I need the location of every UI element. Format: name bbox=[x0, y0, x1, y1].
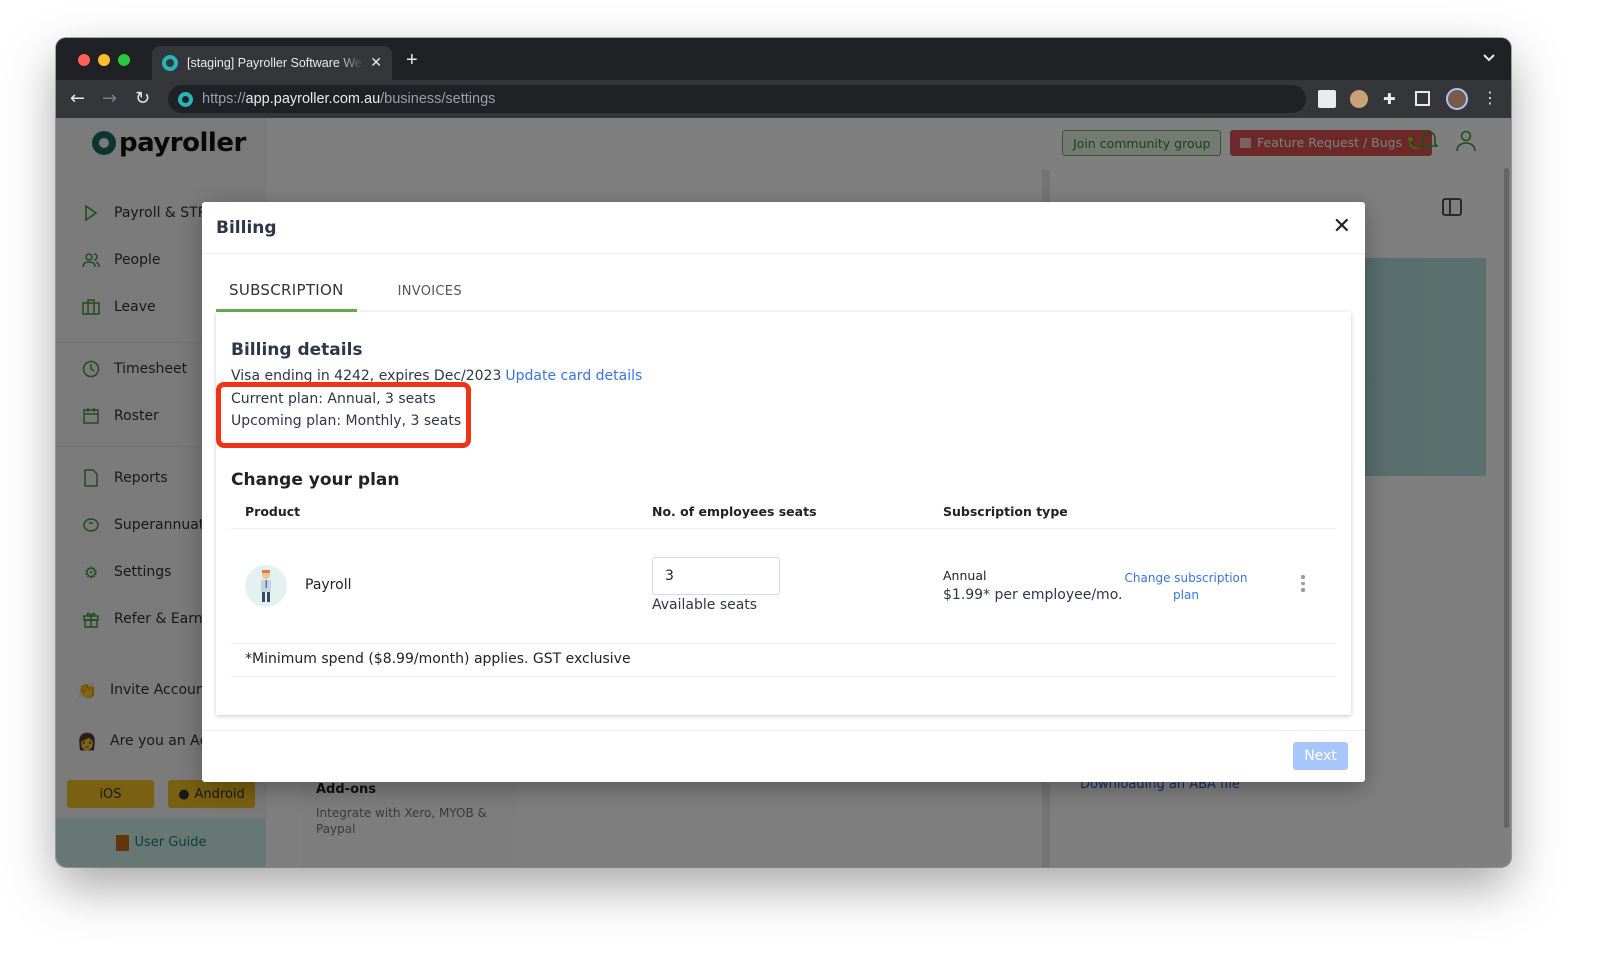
url-text[interactable]: https://app.payroller.com.au/business/se… bbox=[202, 91, 495, 107]
column-header-product: Product bbox=[245, 504, 301, 519]
browser-tab[interactable]: [staging] Payroller Software Web ✕ bbox=[152, 46, 392, 80]
browser-window: [staging] Payroller Software Web ✕ + ← →… bbox=[56, 38, 1511, 867]
modal-header: Billing bbox=[202, 202, 1365, 254]
change-plan-heading: Change your plan bbox=[231, 470, 400, 490]
modal-title: Billing bbox=[216, 217, 277, 238]
update-card-link[interactable]: Update card details bbox=[505, 368, 642, 384]
subscription-price: $1.99* per employee/mo. bbox=[943, 587, 1123, 603]
glasses-extension-icon[interactable] bbox=[1350, 90, 1368, 108]
minimum-spend-note: *Minimum spend ($8.99/month) applies. GS… bbox=[245, 651, 631, 667]
site-favicon-icon bbox=[178, 91, 193, 107]
address-bar[interactable]: https://app.payroller.com.au/business/se… bbox=[168, 85, 1306, 113]
extensions-puzzle-icon[interactable]: ✚ bbox=[1383, 90, 1401, 108]
current-plan: Current plan: Annual, 3 seats bbox=[231, 391, 436, 407]
tab-invoices[interactable]: INVOICES bbox=[385, 270, 475, 312]
payroller-favicon-icon bbox=[162, 55, 178, 71]
subscription-panel: Billing details Visa ending in 4242, exp… bbox=[216, 312, 1351, 715]
modal-footer-divider bbox=[202, 730, 1365, 731]
forward-arrow-icon[interactable]: → bbox=[102, 88, 117, 109]
table-divider bbox=[231, 528, 1336, 529]
billing-details-heading: Billing details bbox=[231, 340, 363, 360]
product-name: Payroll bbox=[305, 577, 352, 593]
close-window-button[interactable] bbox=[78, 54, 90, 66]
subscription-type: Annual bbox=[943, 568, 987, 583]
back-arrow-icon[interactable]: ← bbox=[70, 88, 85, 109]
upcoming-plan: Upcoming plan: Monthly, 3 seats bbox=[231, 413, 462, 429]
next-button[interactable]: Next bbox=[1293, 742, 1348, 770]
qr-code-extension-icon[interactable] bbox=[1318, 90, 1336, 108]
side-panel-icon[interactable] bbox=[1415, 91, 1430, 106]
table-divider bbox=[231, 643, 1336, 644]
seats-input[interactable] bbox=[652, 557, 780, 595]
change-subscription-plan-link[interactable]: Change subscription plan bbox=[1116, 570, 1256, 604]
payroll-product-avatar bbox=[245, 565, 287, 607]
tab-title: [staging] Payroller Software Web bbox=[187, 56, 365, 70]
tab-subscription[interactable]: SUBSCRIPTION bbox=[216, 270, 357, 312]
profile-avatar[interactable] bbox=[1446, 88, 1468, 110]
reload-icon[interactable]: ↻ bbox=[135, 88, 150, 109]
tab-strip: [staging] Payroller Software Web ✕ + bbox=[56, 38, 1511, 80]
available-seats-label: Available seats bbox=[652, 597, 758, 613]
app-page: payroller Payroll & STP People Leave Tim… bbox=[56, 118, 1511, 867]
browser-toolbar: ← → ↻ https://app.payroller.com.au/busin… bbox=[56, 80, 1511, 118]
minimize-window-button[interactable] bbox=[98, 54, 110, 66]
tab-search-chevron-icon[interactable] bbox=[1483, 51, 1495, 65]
maximize-window-button[interactable] bbox=[118, 54, 130, 66]
browser-menu-icon[interactable]: ⋮ bbox=[1482, 88, 1498, 107]
column-header-subscription-type: Subscription type bbox=[943, 504, 1068, 519]
table-divider bbox=[231, 676, 1336, 677]
billing-modal: Billing ✕ SUBSCRIPTION INVOICES Billing … bbox=[202, 202, 1365, 782]
new-tab-button[interactable]: + bbox=[406, 49, 418, 72]
column-header-seats: No. of employees seats bbox=[652, 504, 817, 519]
close-icon[interactable]: ✕ bbox=[1333, 214, 1351, 239]
tab-close-icon[interactable]: ✕ bbox=[370, 55, 382, 71]
billing-tabs: SUBSCRIPTION INVOICES bbox=[216, 270, 475, 312]
more-options-icon[interactable] bbox=[1298, 575, 1308, 592]
